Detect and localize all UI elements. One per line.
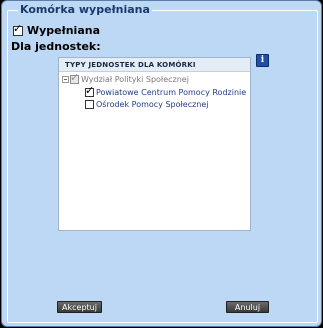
tree-item-pcpr-label[interactable]: Powiatowe Centrum Pomocy Rodzinie [96,88,246,97]
unit-types-tree: TYPY JEDNOSTEK DLA KOMÓRKI Wydział Polit… [58,57,251,231]
info-icon[interactable]: i [256,54,269,67]
tree-root-label: Wydział Polityki Społecznej [81,75,189,84]
wypelniana-label: Wypełniana [27,24,100,37]
tree-header: TYPY JEDNOSTEK DLA KOMÓRKI [59,58,250,72]
tree-item-pcpr-checkbox[interactable] [85,84,94,97]
wypelniana-option[interactable]: Wypełniana [13,22,100,37]
tree-item-ops[interactable]: Ośrodek Pomocy Społecznej [85,99,209,110]
accept-button[interactable]: Akceptuj [57,301,102,313]
tree-root-checkbox [70,71,79,84]
tree-item-ops-label[interactable]: Ośrodek Pomocy Społecznej [96,100,209,109]
collapse-icon[interactable] [62,76,69,83]
wypelniana-checkbox[interactable] [13,22,23,36]
fieldset-legend: Komórka wypełniana [18,3,152,16]
dla-jednostek-label: Dla jednostek: [11,40,101,53]
tree-item-pcpr[interactable]: Powiatowe Centrum Pomocy Rodzinie [85,84,246,98]
dialog-panel: Komórka wypełniana Wypełniana Dla jednos… [1,0,322,327]
cancel-button[interactable]: Anuluj [226,301,269,313]
tree-item-ops-checkbox[interactable] [85,100,94,109]
tree-root-row: Wydział Polityki Społecznej [62,71,189,85]
